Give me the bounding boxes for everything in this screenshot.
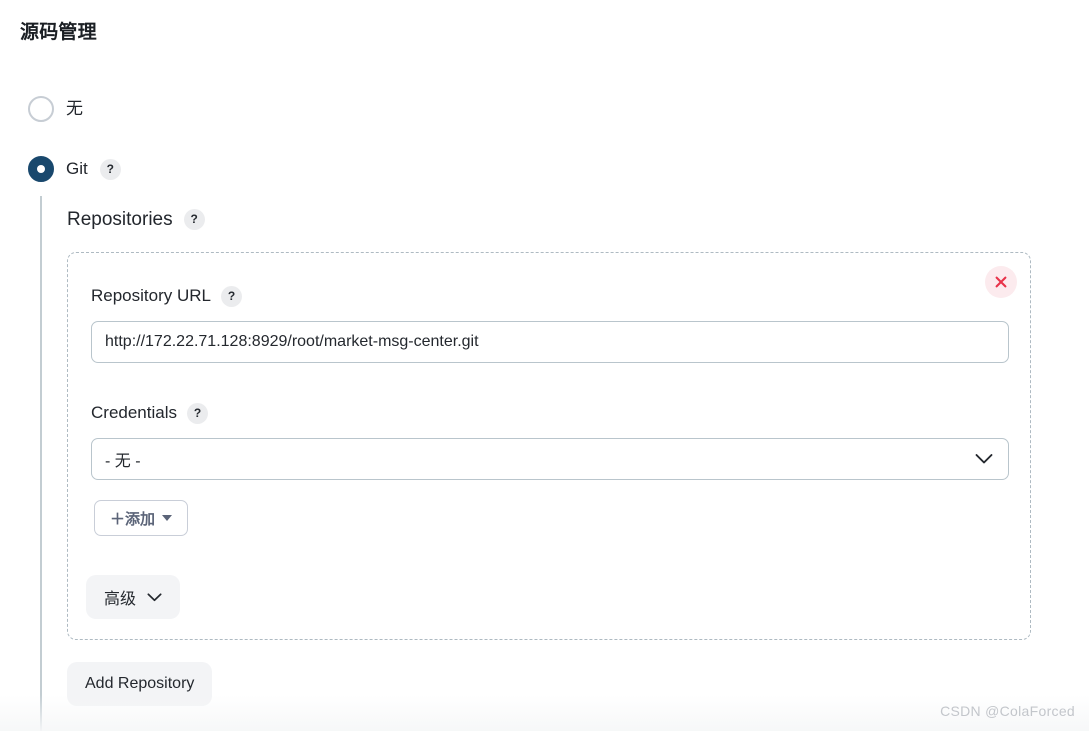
close-icon <box>995 276 1007 288</box>
add-credentials-button[interactable]: ＋添加 <box>94 500 189 536</box>
help-icon-credentials[interactable]: ? <box>187 402 208 424</box>
caret-down-icon <box>162 515 173 521</box>
source-code-management-panel: 源码管理 无 Git ? Repositories ? Repository U… <box>0 0 1089 731</box>
radio-circle-none-icon[interactable] <box>28 96 54 122</box>
help-icon-git[interactable]: ? <box>99 158 121 180</box>
repository-url-label-row: Repository URL ? <box>91 285 242 307</box>
watermark: CSDN @ColaForced <box>940 703 1075 719</box>
credentials-label: Credentials <box>91 403 177 422</box>
repository-url-input[interactable] <box>91 321 1009 363</box>
advanced-label: 高级 <box>104 591 137 608</box>
radio-option-git[interactable]: Git ? <box>28 155 121 183</box>
radio-label-none: 无 <box>66 99 83 118</box>
add-repository-button[interactable]: Add Repository <box>67 662 213 706</box>
indent-guide-line <box>40 196 42 731</box>
credentials-select-wrapper[interactable]: - 无 - <box>91 438 1009 480</box>
add-credentials-label: ＋添加 <box>110 510 156 528</box>
credentials-select[interactable]: - 无 - <box>91 438 1009 480</box>
credentials-selected-value: - 无 - <box>105 453 141 470</box>
add-repository-label: Add Repository <box>85 675 195 692</box>
remove-repository-button[interactable] <box>985 266 1017 298</box>
chevron-down-icon <box>147 592 162 601</box>
repositories-heading-label: Repositories <box>67 208 173 230</box>
radio-circle-git-icon[interactable] <box>28 156 54 182</box>
radio-label-git: Git <box>66 159 88 178</box>
repository-url-label: Repository URL <box>91 286 211 305</box>
advanced-button[interactable]: 高级 <box>86 575 181 619</box>
radio-option-none[interactable]: 无 <box>28 95 83 123</box>
help-icon-repositories[interactable]: ? <box>183 208 205 230</box>
repository-card: Repository URL ? Credentials ? - 无 - ＋添加… <box>67 252 1031 640</box>
credentials-label-row: Credentials ? <box>91 402 208 424</box>
repositories-heading: Repositories ? <box>67 206 205 232</box>
page-title: 源码管理 <box>20 22 97 43</box>
help-icon-repository-url[interactable]: ? <box>221 285 242 307</box>
